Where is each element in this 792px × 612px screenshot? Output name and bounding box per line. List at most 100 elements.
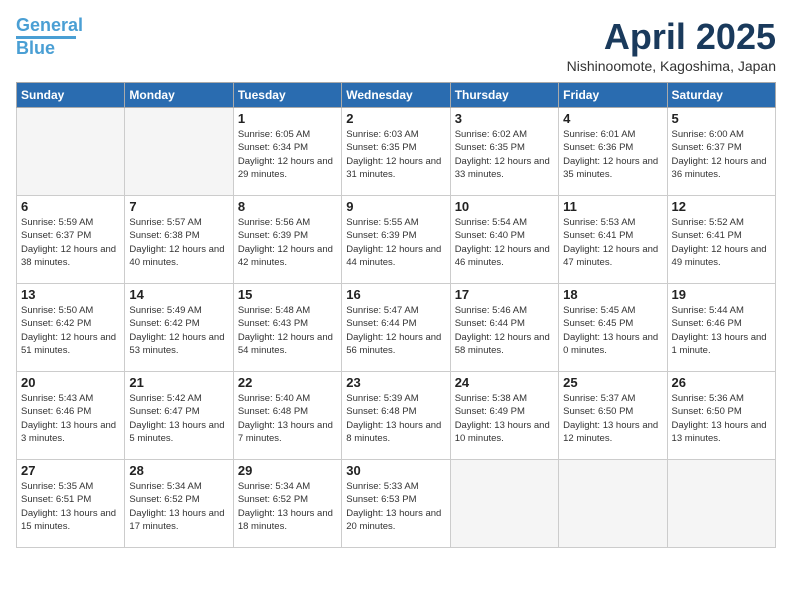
day-info: Sunrise: 5:39 AM Sunset: 6:48 PM Dayligh… bbox=[346, 392, 445, 445]
logo: General Blue bbox=[16, 16, 83, 57]
day-number: 13 bbox=[21, 287, 120, 302]
weekday-header: Tuesday bbox=[233, 83, 341, 108]
day-info: Sunrise: 5:44 AM Sunset: 6:46 PM Dayligh… bbox=[672, 304, 771, 357]
day-info: Sunrise: 5:49 AM Sunset: 6:42 PM Dayligh… bbox=[129, 304, 228, 357]
day-info: Sunrise: 5:56 AM Sunset: 6:39 PM Dayligh… bbox=[238, 216, 337, 269]
calendar-cell: 1 Sunrise: 6:05 AM Sunset: 6:34 PM Daylig… bbox=[233, 108, 341, 196]
calendar-cell: 20 Sunrise: 5:43 AM Sunset: 6:46 PM Dayli… bbox=[17, 372, 125, 460]
day-info: Sunrise: 5:40 AM Sunset: 6:48 PM Dayligh… bbox=[238, 392, 337, 445]
weekday-header-row: SundayMondayTuesdayWednesdayThursdayFrid… bbox=[17, 83, 776, 108]
day-info: Sunrise: 5:34 AM Sunset: 6:52 PM Dayligh… bbox=[238, 480, 337, 533]
weekday-header: Thursday bbox=[450, 83, 558, 108]
calendar-cell: 15 Sunrise: 5:48 AM Sunset: 6:43 PM Dayli… bbox=[233, 284, 341, 372]
day-info: Sunrise: 5:37 AM Sunset: 6:50 PM Dayligh… bbox=[563, 392, 662, 445]
calendar-cell: 19 Sunrise: 5:44 AM Sunset: 6:46 PM Dayli… bbox=[667, 284, 775, 372]
calendar-cell: 30 Sunrise: 5:33 AM Sunset: 6:53 PM Dayli… bbox=[342, 460, 450, 548]
day-info: Sunrise: 6:01 AM Sunset: 6:36 PM Dayligh… bbox=[563, 128, 662, 181]
day-info: Sunrise: 6:02 AM Sunset: 6:35 PM Dayligh… bbox=[455, 128, 554, 181]
day-info: Sunrise: 5:42 AM Sunset: 6:47 PM Dayligh… bbox=[129, 392, 228, 445]
day-number: 23 bbox=[346, 375, 445, 390]
calendar-cell: 2Sunrise: 6:03 AM Sunset: 6:35 PM Daylig… bbox=[342, 108, 450, 196]
day-info: Sunrise: 5:57 AM Sunset: 6:38 PM Dayligh… bbox=[129, 216, 228, 269]
calendar-cell: 13 Sunrise: 5:50 AM Sunset: 6:42 PM Dayli… bbox=[17, 284, 125, 372]
day-number: 24 bbox=[455, 375, 554, 390]
day-info: Sunrise: 5:55 AM Sunset: 6:39 PM Dayligh… bbox=[346, 216, 445, 269]
calendar-cell: 9 Sunrise: 5:55 AM Sunset: 6:39 PM Daylig… bbox=[342, 196, 450, 284]
calendar-cell: 27 Sunrise: 5:35 AM Sunset: 6:51 PM Dayli… bbox=[17, 460, 125, 548]
day-info: Sunrise: 6:05 AM Sunset: 6:34 PM Dayligh… bbox=[238, 128, 337, 181]
day-info: Sunrise: 5:48 AM Sunset: 6:43 PM Dayligh… bbox=[238, 304, 337, 357]
weekday-header: Monday bbox=[125, 83, 233, 108]
calendar-cell: 8 Sunrise: 5:56 AM Sunset: 6:39 PM Daylig… bbox=[233, 196, 341, 284]
calendar-cell: 14 Sunrise: 5:49 AM Sunset: 6:42 PM Dayli… bbox=[125, 284, 233, 372]
day-info: Sunrise: 5:38 AM Sunset: 6:49 PM Dayligh… bbox=[455, 392, 554, 445]
calendar-week-row: 20 Sunrise: 5:43 AM Sunset: 6:46 PM Dayli… bbox=[17, 372, 776, 460]
calendar-week-row: 27 Sunrise: 5:35 AM Sunset: 6:51 PM Dayli… bbox=[17, 460, 776, 548]
calendar-cell: 4 Sunrise: 6:01 AM Sunset: 6:36 PM Daylig… bbox=[559, 108, 667, 196]
calendar-cell: 28 Sunrise: 5:34 AM Sunset: 6:52 PM Dayli… bbox=[125, 460, 233, 548]
calendar-cell: 12Sunrise: 5:52 AM Sunset: 6:41 PM Dayli… bbox=[667, 196, 775, 284]
calendar-cell: 10 Sunrise: 5:54 AM Sunset: 6:40 PM Dayli… bbox=[450, 196, 558, 284]
day-info: Sunrise: 5:50 AM Sunset: 6:42 PM Dayligh… bbox=[21, 304, 120, 357]
day-number: 30 bbox=[346, 463, 445, 478]
weekday-header: Wednesday bbox=[342, 83, 450, 108]
day-number: 19 bbox=[672, 287, 771, 302]
calendar-week-row: 6 Sunrise: 5:59 AM Sunset: 6:37 PM Daylig… bbox=[17, 196, 776, 284]
calendar-week-row: 1 Sunrise: 6:05 AM Sunset: 6:34 PM Daylig… bbox=[17, 108, 776, 196]
calendar-cell: 24 Sunrise: 5:38 AM Sunset: 6:49 PM Dayli… bbox=[450, 372, 558, 460]
day-info: Sunrise: 5:47 AM Sunset: 6:44 PM Dayligh… bbox=[346, 304, 445, 357]
day-info: Sunrise: 5:35 AM Sunset: 6:51 PM Dayligh… bbox=[21, 480, 120, 533]
day-number: 28 bbox=[129, 463, 228, 478]
calendar-cell: 16 Sunrise: 5:47 AM Sunset: 6:44 PM Dayli… bbox=[342, 284, 450, 372]
calendar-cell: 6 Sunrise: 5:59 AM Sunset: 6:37 PM Daylig… bbox=[17, 196, 125, 284]
day-number: 12 bbox=[672, 199, 771, 214]
day-number: 5 bbox=[672, 111, 771, 126]
weekday-header: Saturday bbox=[667, 83, 775, 108]
day-number: 29 bbox=[238, 463, 337, 478]
day-number: 1 bbox=[238, 111, 337, 126]
day-number: 27 bbox=[21, 463, 120, 478]
day-number: 14 bbox=[129, 287, 228, 302]
day-number: 21 bbox=[129, 375, 228, 390]
day-info: Sunrise: 5:36 AM Sunset: 6:50 PM Dayligh… bbox=[672, 392, 771, 445]
day-number: 11 bbox=[563, 199, 662, 214]
day-info: Sunrise: 6:00 AM Sunset: 6:37 PM Dayligh… bbox=[672, 128, 771, 181]
calendar-cell: 17 Sunrise: 5:46 AM Sunset: 6:44 PM Dayli… bbox=[450, 284, 558, 372]
day-number: 16 bbox=[346, 287, 445, 302]
day-number: 4 bbox=[563, 111, 662, 126]
day-info: Sunrise: 5:59 AM Sunset: 6:37 PM Dayligh… bbox=[21, 216, 120, 269]
calendar-cell: 23 Sunrise: 5:39 AM Sunset: 6:48 PM Dayli… bbox=[342, 372, 450, 460]
calendar-cell: 26 Sunrise: 5:36 AM Sunset: 6:50 PM Dayli… bbox=[667, 372, 775, 460]
day-number: 17 bbox=[455, 287, 554, 302]
day-info: Sunrise: 5:43 AM Sunset: 6:46 PM Dayligh… bbox=[21, 392, 120, 445]
day-info: Sunrise: 5:53 AM Sunset: 6:41 PM Dayligh… bbox=[563, 216, 662, 269]
weekday-header: Friday bbox=[559, 83, 667, 108]
calendar-cell: 5 Sunrise: 6:00 AM Sunset: 6:37 PM Daylig… bbox=[667, 108, 775, 196]
logo-blue: Blue bbox=[16, 38, 55, 58]
day-number: 26 bbox=[672, 375, 771, 390]
calendar-cell bbox=[125, 108, 233, 196]
calendar-cell: 25Sunrise: 5:37 AM Sunset: 6:50 PM Dayli… bbox=[559, 372, 667, 460]
day-number: 2 bbox=[346, 111, 445, 126]
day-info: Sunrise: 5:46 AM Sunset: 6:44 PM Dayligh… bbox=[455, 304, 554, 357]
day-number: 8 bbox=[238, 199, 337, 214]
page-header: General Blue April 2025 Nishinoomote, Ka… bbox=[16, 16, 776, 74]
day-number: 22 bbox=[238, 375, 337, 390]
day-number: 6 bbox=[21, 199, 120, 214]
calendar-cell: 29 Sunrise: 5:34 AM Sunset: 6:52 PM Dayli… bbox=[233, 460, 341, 548]
day-number: 18 bbox=[563, 287, 662, 302]
day-info: Sunrise: 5:33 AM Sunset: 6:53 PM Dayligh… bbox=[346, 480, 445, 533]
month-title: April 2025 bbox=[567, 16, 776, 58]
calendar-cell bbox=[450, 460, 558, 548]
title-block: April 2025 Nishinoomote, Kagoshima, Japa… bbox=[567, 16, 776, 74]
day-number: 9 bbox=[346, 199, 445, 214]
day-number: 10 bbox=[455, 199, 554, 214]
day-info: Sunrise: 5:54 AM Sunset: 6:40 PM Dayligh… bbox=[455, 216, 554, 269]
day-number: 3 bbox=[455, 111, 554, 126]
day-info: Sunrise: 5:34 AM Sunset: 6:52 PM Dayligh… bbox=[129, 480, 228, 533]
calendar-cell: 22 Sunrise: 5:40 AM Sunset: 6:48 PM Dayli… bbox=[233, 372, 341, 460]
calendar-cell bbox=[559, 460, 667, 548]
day-number: 20 bbox=[21, 375, 120, 390]
calendar-week-row: 13 Sunrise: 5:50 AM Sunset: 6:42 PM Dayli… bbox=[17, 284, 776, 372]
day-number: 15 bbox=[238, 287, 337, 302]
